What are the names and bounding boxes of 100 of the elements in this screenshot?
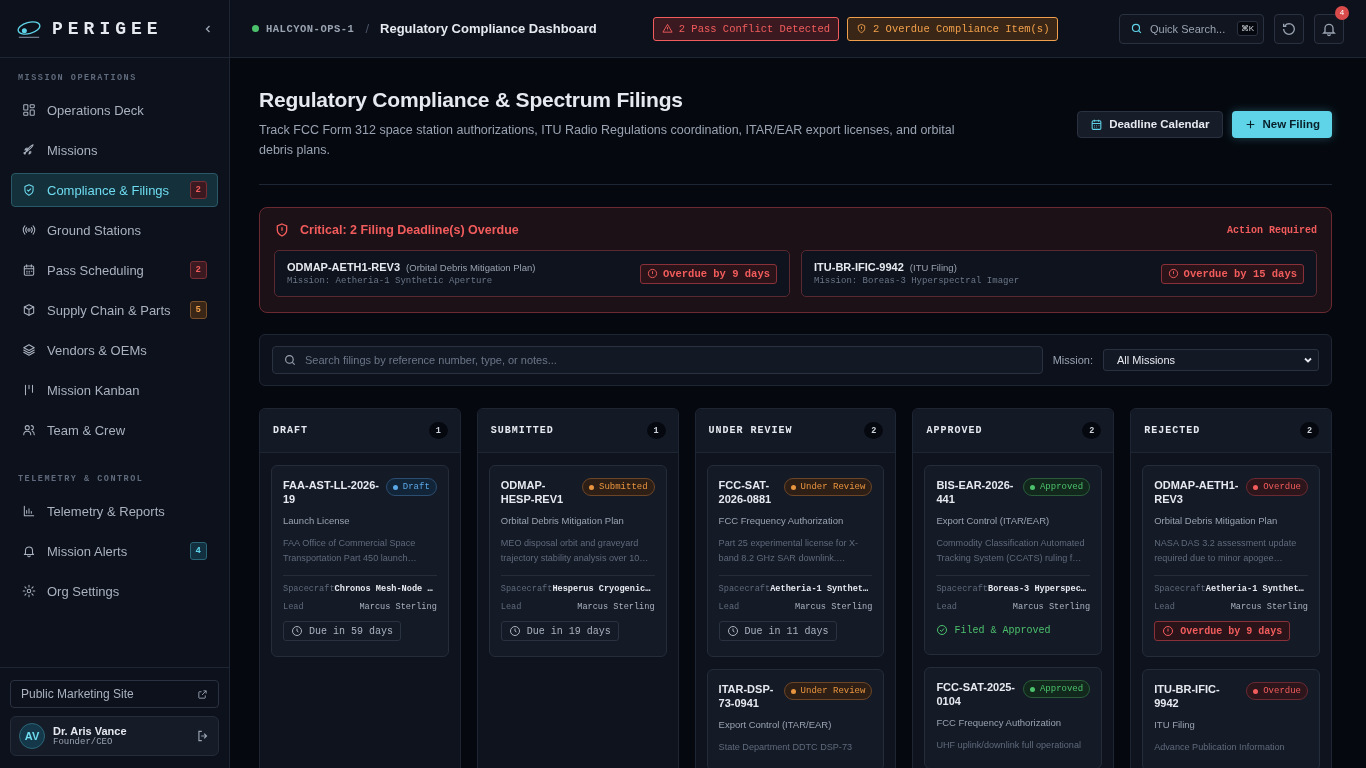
status-badge: Approved bbox=[1022, 478, 1091, 496]
filing-card[interactable]: FAA-AST-LL-2026-19 Draft Launch License FAA Office of Commercial Space Transportation Part 450 launch… SpacecraftChronos Mesh-Node … Lead Marcus Sterling Due in 59 days bbox=[271, 465, 449, 657]
page-description: Track FCC Form 312 space station authorizations, ITU Radio Regulations coordination, ITAR/EAR export licenses, and orbital debris plans. bbox=[259, 122, 956, 159]
meta-label: Lead bbox=[500, 602, 522, 612]
filing-notes: Part 25 experimental license for X-band 8.2 GHz SAR downlink.… bbox=[718, 537, 860, 565]
user-role: Founder/CEO bbox=[53, 737, 114, 747]
filing-reference: ODMAP-AETH1-REV3 bbox=[1154, 478, 1240, 506]
action-required-label: Action Required bbox=[1227, 224, 1317, 236]
column-count: 2 bbox=[1082, 422, 1102, 439]
nav-icon bbox=[22, 544, 36, 558]
page-heading: Regulatory Compliance & Spectrum Filings bbox=[259, 88, 684, 112]
alert-chip[interactable]: 2 Overdue Compliance Item(s) bbox=[847, 16, 1059, 41]
logout-icon[interactable] bbox=[196, 729, 210, 743]
filing-type: FCC Frequency Authorization bbox=[936, 717, 1062, 728]
nav-item[interactable]: Supply Chain & Parts 5 bbox=[11, 293, 218, 327]
overdue-item-card[interactable]: ODMAP-AETH1-REV3 (Orbital Debris Mitigation Plan) Mission: Aetheria-1 Synthetic Aperture Overdue by 9 days bbox=[274, 250, 790, 297]
alert-icon bbox=[1167, 268, 1179, 279]
shield-alert-icon bbox=[274, 222, 290, 238]
nav-item[interactable]: Operations Deck bbox=[11, 93, 218, 127]
nav-item[interactable]: Mission Alerts 4 bbox=[11, 534, 218, 568]
filing-type: Launch License bbox=[283, 515, 351, 526]
filing-card[interactable]: ODMAP-HESP-REV1 Submitted Orbital Debris Mitigation Plan MEO disposal orbit and graveyard trajectory stability analysis over 10… SpacecraftHesperus Cryogenic… Lead Marcus Sterling Due in 19 days bbox=[488, 465, 667, 657]
lead-name: Marcus Sterling bbox=[359, 602, 437, 612]
mission-select[interactable]: All Missions bbox=[1103, 349, 1319, 371]
lead-name: Marcus Sterling bbox=[1230, 602, 1308, 612]
nav-label: Mission Kanban bbox=[47, 382, 141, 398]
section-title: TELEMETRY & CONTROL bbox=[17, 473, 145, 486]
nav-item[interactable]: Pass Scheduling 2 bbox=[11, 253, 218, 287]
nav-item[interactable]: Vendors & OEMs bbox=[11, 333, 218, 367]
breadcrumb-separator: / bbox=[365, 21, 370, 36]
meta-label: Spacecraft bbox=[1154, 584, 1206, 594]
filing-card[interactable]: FCC-SAT-2026-0881 Under Review FCC Frequency Authorization Part 25 experimental license for X-band 8.2 GHz SAR downlink.… SpacecraftAetheria-1 Synthet… Lead Marcus Sterling Due in 11 days bbox=[706, 465, 885, 657]
nav-label: Ground Stations bbox=[47, 222, 142, 238]
nav-item[interactable]: Mission Kanban bbox=[11, 373, 218, 407]
nav-label: Supply Chain & Parts bbox=[47, 302, 172, 318]
filing-notes: Commodity Classification Automated Tracking System (CCATS) ruling f… bbox=[936, 537, 1086, 565]
nav-item[interactable]: Org Settings bbox=[11, 574, 218, 608]
filing-card[interactable]: ITU-BR-IFIC-9942 Overdue ITU Filing Advance Publication Information bbox=[1142, 669, 1320, 768]
alert-chip[interactable]: 2 Pass Conflict Detected bbox=[652, 16, 839, 41]
filing-reference: BIS-EAR-2026-441 bbox=[936, 478, 1015, 506]
status-dot bbox=[252, 25, 259, 32]
clock-icon bbox=[508, 625, 521, 637]
filing-reference: ITU-BR-IFIC-9942 bbox=[1154, 682, 1221, 710]
spacecraft-name: Chronos Mesh-Node … bbox=[334, 584, 433, 594]
check-circle-icon bbox=[936, 624, 949, 636]
link-label: Public Marketing Site bbox=[21, 687, 134, 701]
status-badge: Overdue bbox=[1246, 682, 1308, 700]
spacecraft-name: Hesperus Cryogenic… bbox=[552, 584, 651, 594]
column-title: SUBMITTED bbox=[490, 425, 554, 436]
count-badge: 2 bbox=[189, 261, 207, 279]
nav-icon bbox=[22, 383, 36, 397]
nav-icon bbox=[22, 343, 36, 357]
filing-card[interactable]: ODMAP-AETH1-REV3 Overdue Orbital Debris Mitigation Plan NASA DAS 3.2 assessment update required due to minor apogee… SpacecraftAetheria-1 Synthet… Lead Marcus Sterling Overdue by 9 days bbox=[1142, 465, 1320, 657]
lead-name: Marcus Sterling bbox=[1012, 602, 1091, 612]
nav-icon bbox=[22, 183, 36, 197]
filing-search-field[interactable]: Search filings by reference number, type, or notes... bbox=[272, 346, 1043, 374]
search-icon bbox=[283, 353, 297, 367]
meta-label: Lead bbox=[718, 602, 740, 612]
column-count: 2 bbox=[1300, 422, 1319, 439]
column-count: 2 bbox=[864, 422, 884, 439]
nav-icon bbox=[22, 303, 36, 317]
nav-item[interactable]: Team & Crew bbox=[11, 413, 218, 447]
marketing-site-link[interactable]: Public Marketing Site bbox=[10, 680, 219, 708]
filing-reference: FCC-SAT-2025-0104 bbox=[936, 680, 1017, 708]
filing-card[interactable]: ITAR-DSP-73-0941 Under Review Export Control (ITAR/EAR) State Department DDTC DSP-73 bbox=[706, 669, 885, 768]
filing-reference: FCC-SAT-2026-0881 bbox=[718, 478, 773, 506]
search-icon bbox=[1130, 21, 1143, 35]
page-title: Regulatory Compliance Dashboard bbox=[380, 21, 597, 36]
refresh-button[interactable] bbox=[1274, 13, 1304, 44]
warning-icon bbox=[661, 23, 673, 34]
nav-item[interactable]: Ground Stations bbox=[11, 213, 218, 247]
status-badge: Draft bbox=[385, 478, 437, 496]
nav-item[interactable]: Compliance & Filings 2 bbox=[11, 173, 218, 207]
column-title: REJECTED bbox=[1144, 425, 1201, 436]
filing-notes: NASA DAS 3.2 assessment update required due to minor apogee… bbox=[1154, 537, 1298, 565]
nav-item[interactable]: Telemetry & Reports bbox=[11, 494, 218, 528]
notification-count: 4 bbox=[1335, 5, 1349, 20]
brand-name: PERIGEE bbox=[52, 18, 164, 39]
count-badge: 5 bbox=[189, 301, 207, 319]
count-badge: 2 bbox=[189, 181, 207, 199]
filing-type: (Orbital Debris Mitigation Plan) bbox=[406, 262, 536, 273]
nav-label: Mission Alerts bbox=[47, 543, 129, 559]
nav-item[interactable]: Missions bbox=[11, 133, 218, 167]
refresh-icon bbox=[1281, 20, 1297, 37]
filing-card[interactable]: BIS-EAR-2026-441 Approved Export Control (ITAR/EAR) Commodity Classification Automated Tracking System (CCATS) ruling f… SpacecraftBoreas-3 Hyperspec… Lead Marcus Sterling Filed & Approved bbox=[924, 465, 1103, 655]
user-name: Dr. Aris Vance bbox=[53, 725, 128, 737]
deadline-status: Filed & Approved bbox=[936, 621, 1051, 639]
filing-notes: MEO disposal orbit and graveyard trajectory stability analysis over 10… bbox=[500, 537, 650, 565]
filing-card[interactable]: FCC-SAT-2025-0104 Approved FCC Frequency Authorization UHF uplink/downlink full operational bbox=[924, 667, 1103, 768]
overdue-item-card[interactable]: ITU-BR-IFIC-9942 (ITU Filing) Mission: Boreas-3 Hyperspectral Imager Overdue by 15 days bbox=[801, 250, 1317, 297]
notifications-button[interactable] bbox=[1314, 13, 1344, 44]
deadline-status: Due in 19 days bbox=[500, 621, 619, 641]
nav-icon bbox=[22, 263, 36, 277]
nav-icon bbox=[22, 423, 36, 437]
alert-icon bbox=[646, 268, 658, 279]
status-badge: Overdue bbox=[1246, 478, 1308, 496]
calendar-button[interactable]: Deadline Calendar bbox=[1077, 110, 1223, 138]
collapse-icon[interactable] bbox=[203, 23, 213, 34]
nav-label: Missions bbox=[47, 142, 99, 158]
new-filing-button[interactable]: New Filing bbox=[1231, 110, 1332, 138]
